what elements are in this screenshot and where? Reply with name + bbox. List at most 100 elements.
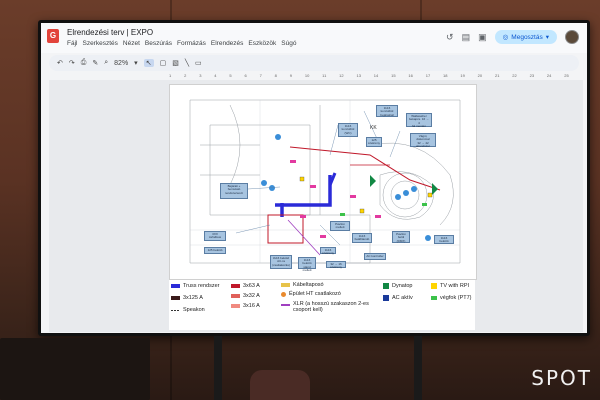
callout-box[interactable]: 125 szekrény (366, 137, 382, 147)
callout-box[interactable]: 3x16 beállítandó (352, 233, 372, 243)
zoom-icon[interactable]: ⌕ (104, 59, 108, 67)
comment-icon[interactable]: ▤ (462, 31, 471, 43)
legend-swatch (383, 295, 389, 301)
tv-monitor: G Elrendezési terv | EXPO Fájl Szerkeszt… (38, 20, 590, 336)
callout-box[interactable]: Pavilon mellett (330, 221, 350, 231)
watermark-logo: SPOT (531, 366, 592, 390)
callout-box[interactable]: 3x16 bekötő (434, 235, 454, 244)
callout-box[interactable]: Bejárati + bemutató rendszerteszt (220, 183, 248, 199)
menu-edit[interactable]: Szerkesztés (82, 40, 117, 47)
legend-tv: TV with RPI (431, 283, 469, 289)
legend-epulet: Épület HT csatlakozó (281, 291, 341, 297)
legend-label: 3x16 A (243, 303, 260, 309)
avatar[interactable] (565, 30, 579, 44)
legend-swatch (231, 294, 240, 298)
legend-label: Dynatop (392, 283, 413, 289)
legend-swatch (171, 296, 180, 300)
legend-3x32: 3x32 A (231, 293, 260, 299)
callout-box[interactable]: 3x16 konzolból bejáratnál (376, 105, 398, 117)
legend-dynatop: Dynatop (383, 283, 413, 289)
slide-canvas[interactable]: KK 3x16 konzolból bejáratnál Wallwasher … (49, 80, 583, 332)
history-icon[interactable]: ↺ (446, 31, 454, 43)
callout-box[interactable]: 3x16 bekötő AC-ra (csatlakozás) (270, 255, 292, 269)
legend-label: végfok (PT7) (440, 295, 472, 301)
legend-3x125: 3x125 A (171, 295, 203, 301)
slides-app-icon[interactable]: G (47, 29, 59, 43)
present-icon[interactable]: ▣ (478, 31, 487, 43)
title-bar: G Elrendezési terv | EXPO Fájl Szerkeszt… (41, 23, 587, 53)
callout-box[interactable]: 3x16 konzolból (WC) (338, 123, 358, 137)
zoom-level[interactable]: 82% (114, 60, 128, 67)
legend-label: 3x32 A (243, 293, 260, 299)
callout-box[interactable]: 32 → 16 szekrény (326, 261, 346, 269)
menu-file[interactable]: Fájl (67, 40, 77, 47)
menu-bar: Fájl Szerkesztés Nézet Beszúrás Formázás… (67, 40, 296, 47)
legend-swatch (231, 284, 240, 288)
menu-help[interactable]: Súgó (281, 40, 296, 47)
legend-swatch (171, 309, 180, 311)
svg-text:KK: KK (370, 125, 377, 131)
legend: Truss rendszer 3x125 A Speakon 3x63 A 3x… (169, 280, 475, 330)
title-actions: ↺ ▤ ▣ ◎ Megosztás ▾ (446, 30, 579, 44)
callout-box[interactable]: 3x16 bekötő stand mellett (298, 257, 316, 272)
toolbar: ↶ ↷ ⎙ ✎ ⌕ 82% ▾ ↖ ▢ ▧ ╲ ▭ (49, 55, 579, 71)
legend-xlr: XLR (a hosszú szakaszon 2-es csoport kel… (281, 301, 381, 313)
menu-insert[interactable]: Beszúrás (145, 40, 172, 47)
menu-tools[interactable]: Eszközök (248, 40, 276, 47)
image-tool-icon[interactable]: ▧ (172, 59, 179, 67)
line-tool-icon[interactable]: ╲ (185, 59, 189, 67)
legend-swatch (281, 283, 290, 287)
share-label: Megosztás (511, 33, 543, 41)
screen: G Elrendezési terv | EXPO Fájl Szerkeszt… (41, 23, 587, 333)
paint-format-icon[interactable]: ✎ (92, 59, 98, 67)
chevron-down-icon[interactable]: ▾ (134, 59, 138, 67)
legend-swatch (431, 283, 437, 289)
shape-tool-icon[interactable]: ▢ (160, 59, 167, 67)
undo-icon[interactable]: ↶ (57, 59, 63, 67)
legend-kabeltaposo: Kábeltaposó (281, 282, 324, 288)
legend-label: 3x125 A (183, 295, 203, 301)
comment-add-icon[interactable]: ▭ (195, 59, 202, 67)
legend-ac: AC aktív (383, 295, 413, 301)
floor-plan-slide[interactable]: KK 3x16 konzolból bejáratnál Wallwasher … (169, 84, 477, 280)
callout-box[interactable]: 3XX torfallrew (204, 231, 226, 241)
menu-view[interactable]: Nézet (123, 40, 140, 47)
legend-label: XLR (a hosszú szakaszon 2-es csoport kel… (293, 301, 369, 313)
document-title[interactable]: Elrendezési terv | EXPO (67, 28, 153, 37)
callout-box[interactable]: AC kontroller (364, 253, 386, 260)
legend-swatch (231, 304, 240, 308)
callout-box[interactable]: Vágni, dátummal 32 → 42 alrendszer (410, 133, 436, 148)
legend-vegfok: végfok (PT7) (431, 295, 471, 301)
globe-icon: ◎ (502, 34, 509, 41)
callout-box[interactable]: Pavilon belül (DMX) (392, 231, 410, 243)
legend-label: Kábeltaposó (293, 282, 324, 288)
chair (250, 370, 310, 400)
legend-3x63: 3x63 A (231, 283, 260, 289)
legend-label: AC aktív (392, 295, 413, 301)
legend-label: Truss rendszer (183, 283, 220, 289)
legend-label: TV with RPI (440, 283, 470, 289)
print-icon[interactable]: ⎙ (81, 59, 87, 67)
callout-box[interactable]: 3x16 szekrény (320, 247, 336, 255)
redo-icon[interactable]: ↷ (69, 59, 75, 67)
legend-truss: Truss rendszer (171, 283, 219, 289)
legend-swatch (431, 296, 437, 300)
share-button[interactable]: ◎ Megosztás ▾ (494, 30, 557, 44)
chevron-down-icon: ▾ (545, 34, 549, 41)
tv-stand-leg (414, 336, 422, 400)
legend-label: 3x63 A (243, 283, 260, 289)
menu-arrange[interactable]: Elrendezés (211, 40, 244, 47)
legend-swatch (281, 304, 290, 306)
legend-label: Épület HT csatlakozó (289, 291, 341, 297)
callout-box[interactable]: 125 bekötő (204, 247, 226, 254)
legend-label: Speakon (183, 307, 205, 313)
tv-stand-leg (214, 336, 222, 400)
legend-swatch (383, 283, 389, 289)
legend-3x16: 3x16 A (231, 303, 260, 309)
legend-swatch (281, 291, 286, 297)
foreground-object (0, 338, 150, 400)
legend-swatch (171, 284, 180, 288)
callout-box[interactable]: Wallwasher bekapcs. 16 → 4 fal mentén (406, 113, 432, 128)
menu-format[interactable]: Formázás (177, 40, 206, 47)
select-tool-icon[interactable]: ↖ (143, 59, 154, 67)
